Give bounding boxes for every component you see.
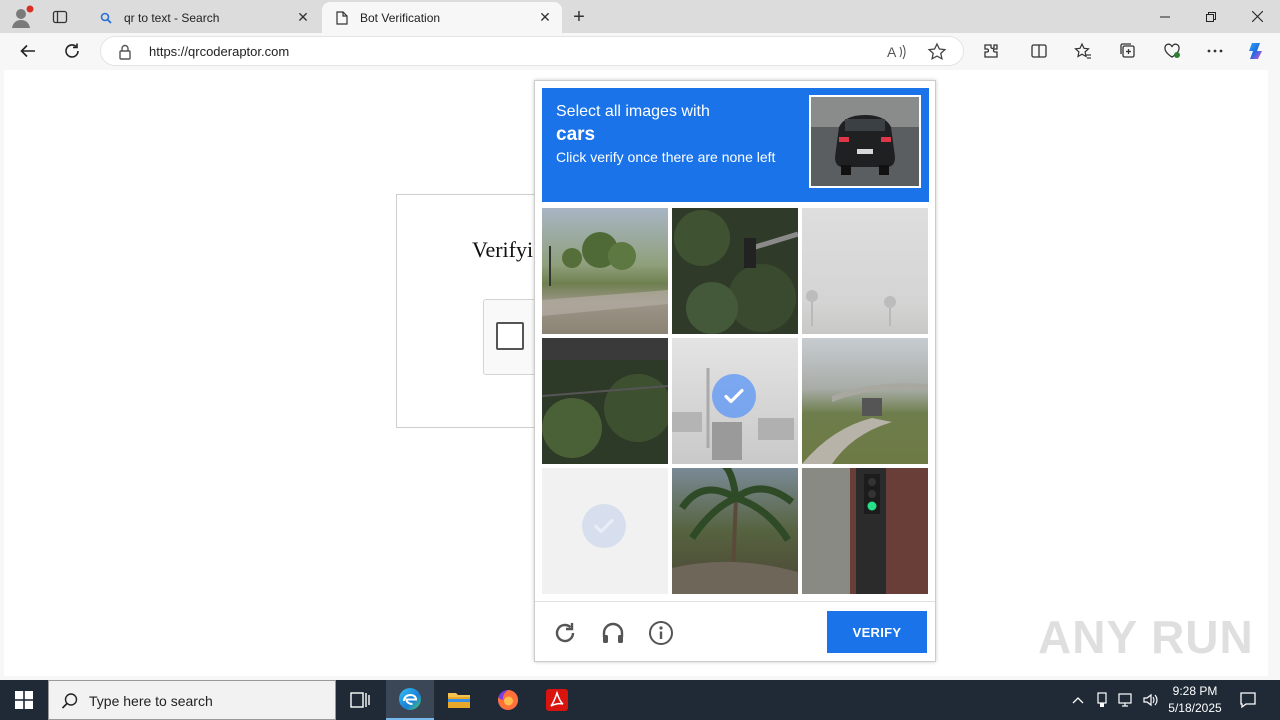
- search-icon: [98, 10, 114, 26]
- browser-tab-strip: qr to text - Search ✕ Bot Verification ✕…: [0, 0, 1280, 33]
- image-tile[interactable]: [672, 468, 798, 594]
- windows-taskbar: Type here to search 9:28 PM 5/18/2025: [0, 680, 1280, 720]
- clock-date: 5/18/2025: [1168, 701, 1222, 715]
- taskbar-search[interactable]: Type here to search: [48, 680, 336, 720]
- split-screen-icon[interactable]: [1026, 38, 1052, 64]
- anyrun-watermark: ANY RUN: [1038, 611, 1254, 663]
- scrollbar[interactable]: [1268, 70, 1280, 676]
- image-tile[interactable]: [672, 208, 798, 334]
- verify-button[interactable]: VERIFY: [827, 611, 927, 653]
- captcha-challenge: Select all images with cars Click verify…: [534, 80, 936, 662]
- url-text[interactable]: https://qrcoderaptor.com: [149, 44, 289, 59]
- new-tab-button[interactable]: +: [566, 5, 592, 29]
- tab-title: Bot Verification: [360, 10, 441, 25]
- audio-headphones-icon[interactable]: [599, 619, 627, 647]
- selected-check-icon: [582, 504, 626, 548]
- favorites-icon[interactable]: [1070, 38, 1096, 64]
- target-label: cars: [556, 124, 596, 145]
- minimize-icon[interactable]: [1142, 0, 1188, 33]
- selected-check-icon: [712, 374, 756, 418]
- tab-actions-icon[interactable]: [46, 5, 74, 29]
- sample-car-image: [809, 95, 921, 188]
- page-icon: [334, 10, 350, 26]
- network-icon[interactable]: [1116, 680, 1138, 720]
- favorite-star-icon[interactable]: [927, 42, 947, 62]
- firefox-icon[interactable]: [484, 680, 532, 720]
- image-tile[interactable]: [672, 338, 798, 464]
- tab-bot-verification[interactable]: Bot Verification ✕: [322, 2, 562, 33]
- tab-search[interactable]: qr to text - Search ✕: [86, 2, 320, 33]
- volume-icon[interactable]: [1140, 680, 1162, 720]
- tab-title: qr to text - Search: [124, 10, 220, 25]
- notifications-icon[interactable]: [1232, 680, 1264, 720]
- search-icon: [61, 692, 79, 710]
- reload-icon[interactable]: [551, 619, 579, 647]
- image-tile[interactable]: [542, 468, 668, 594]
- taskbar-clock[interactable]: 9:28 PM 5/18/2025: [1160, 683, 1230, 717]
- image-tile[interactable]: [542, 338, 668, 464]
- search-placeholder: Type here to search: [89, 693, 213, 709]
- image-tile[interactable]: [802, 208, 928, 334]
- task-view-icon[interactable]: [336, 680, 384, 720]
- captcha-checkbox[interactable]: [496, 322, 524, 350]
- prompt-text: Select all images with: [556, 103, 710, 120]
- close-tab-icon[interactable]: ✕: [294, 9, 312, 27]
- show-hidden-icons-icon[interactable]: [1068, 680, 1088, 720]
- verification-heading: Verifyi: [472, 237, 534, 262]
- clock-time: 9:28 PM: [1172, 684, 1218, 698]
- browser-toolbar: https://qrcoderaptor.com A: [0, 33, 1280, 69]
- instruction-text: Click verify once there are none left: [556, 149, 776, 165]
- extensions-icon[interactable]: [978, 38, 1004, 64]
- back-arrow-icon[interactable]: [13, 36, 43, 66]
- windows-start-icon[interactable]: [0, 680, 48, 720]
- close-window-icon[interactable]: [1234, 0, 1280, 33]
- lock-icon[interactable]: [117, 43, 133, 61]
- read-aloud-icon[interactable]: A: [887, 43, 907, 61]
- acrobat-icon[interactable]: [533, 680, 581, 720]
- edge-browser-icon[interactable]: [386, 680, 434, 720]
- more-options-icon[interactable]: [1202, 38, 1228, 64]
- image-grid: [542, 208, 929, 595]
- file-explorer-icon[interactable]: [435, 680, 483, 720]
- footer-divider: [535, 601, 935, 602]
- close-tab-icon[interactable]: ✕: [536, 9, 554, 27]
- svg-text:A: A: [887, 44, 897, 60]
- copilot-icon[interactable]: [1244, 38, 1270, 64]
- browser-essentials-icon[interactable]: [1159, 38, 1185, 64]
- profile-icon[interactable]: [8, 4, 34, 30]
- collections-icon[interactable]: [1115, 38, 1141, 64]
- usb-device-icon[interactable]: [1092, 680, 1112, 720]
- image-tile[interactable]: [802, 338, 928, 464]
- refresh-icon[interactable]: [57, 36, 87, 66]
- restore-icon[interactable]: [1188, 0, 1234, 33]
- info-icon[interactable]: [647, 619, 675, 647]
- address-bar[interactable]: https://qrcoderaptor.com A: [100, 36, 964, 66]
- image-tile[interactable]: [542, 208, 668, 334]
- challenge-header: Select all images with cars Click verify…: [542, 88, 929, 202]
- image-tile[interactable]: [802, 468, 928, 594]
